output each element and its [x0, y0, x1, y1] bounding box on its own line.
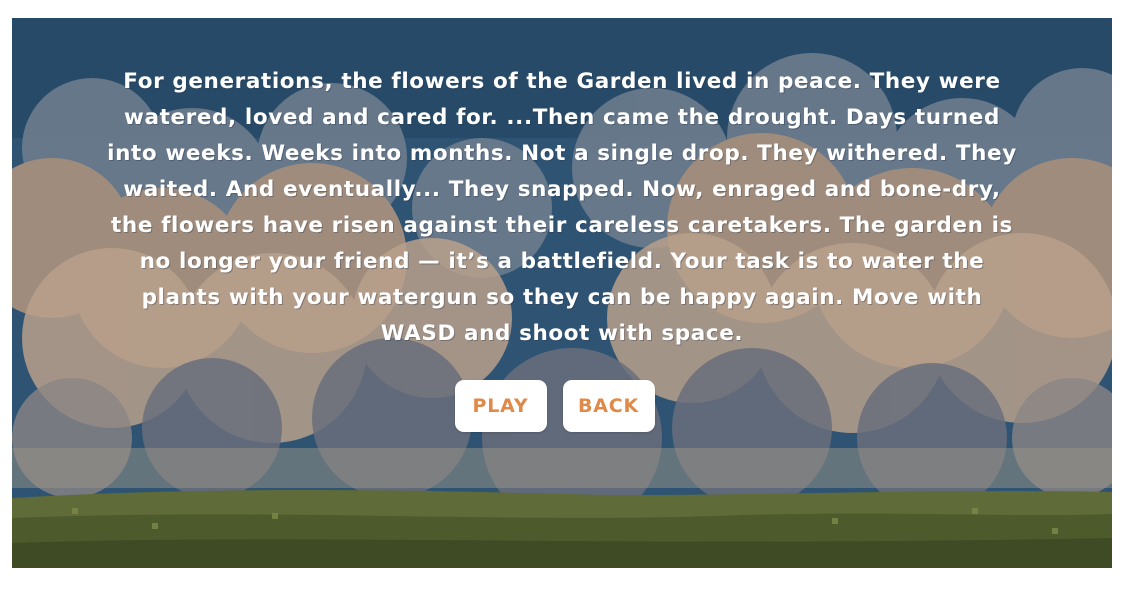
story-text: For generations, the flowers of the Gard… — [107, 69, 1017, 346]
game-canvas: For generations, the flowers of the Gard… — [12, 18, 1112, 568]
play-button[interactable]: PLAY — [454, 380, 547, 432]
menu-buttons: PLAY BACK — [12, 380, 1112, 432]
back-button[interactable]: BACK — [562, 380, 655, 432]
